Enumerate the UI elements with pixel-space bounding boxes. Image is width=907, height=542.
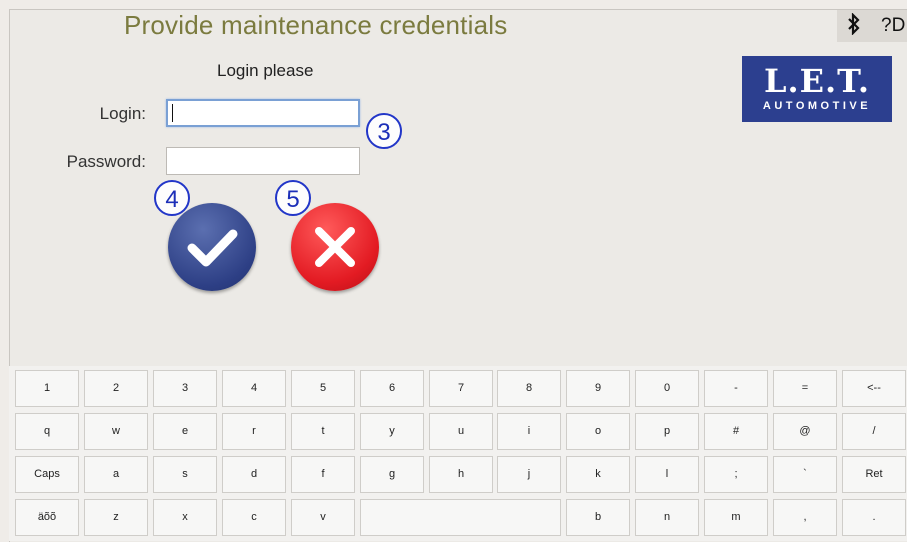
login-label: Login: [99, 104, 146, 123]
key[interactable]: 5 [291, 370, 355, 407]
key[interactable]: e [153, 413, 217, 450]
close-icon [315, 227, 355, 267]
logo-main-text: L.E.T. [764, 62, 870, 100]
cancel-button[interactable] [291, 203, 379, 291]
key[interactable]: 3 [153, 370, 217, 407]
key[interactable]: u [429, 413, 493, 450]
key[interactable]: @ [773, 413, 837, 450]
key[interactable]: # [704, 413, 768, 450]
on-screen-keyboard: 1 2 3 4 5 6 7 8 9 0- = <-- q w e r t y u i o p # @ / Caps a s d f g h j k… [9, 366, 907, 541]
key[interactable]: 7 [429, 370, 493, 407]
key[interactable]: y [360, 413, 424, 450]
key[interactable]: Caps [15, 456, 79, 493]
key[interactable]: j [497, 456, 561, 493]
key-space[interactable] [360, 499, 561, 536]
key[interactable]: Ret [842, 456, 906, 493]
key[interactable]: m [704, 499, 768, 536]
key[interactable]: 9 [566, 370, 630, 407]
key[interactable]: k [566, 456, 630, 493]
key[interactable]: 1 [15, 370, 79, 407]
key[interactable]: äõõ [15, 499, 79, 536]
key[interactable]: 6 [360, 370, 424, 407]
key[interactable]: r [222, 413, 286, 450]
key[interactable]: , [773, 499, 837, 536]
key[interactable]: n [635, 499, 699, 536]
status-bar: ?D [837, 10, 907, 42]
key[interactable]: ; [704, 456, 768, 493]
key[interactable]: <-- [842, 370, 906, 407]
key[interactable]: 0 [635, 370, 699, 407]
ok-button[interactable] [168, 203, 256, 291]
key[interactable]: ` [773, 456, 837, 493]
form-subtitle: Login please [217, 61, 314, 80]
key[interactable]: c [222, 499, 286, 536]
logo-sub-text: AUTOMOTIVE [762, 100, 872, 112]
key[interactable]: z [84, 499, 148, 536]
key[interactable]: a [84, 456, 148, 493]
key[interactable]: f [291, 456, 355, 493]
password-input[interactable] [166, 147, 360, 175]
key[interactable]: - [704, 370, 768, 407]
key[interactable]: p [635, 413, 699, 450]
checkmark-icon [187, 229, 238, 267]
company-logo: L.E.T. AUTOMOTIVE [742, 56, 892, 122]
key[interactable]: h [429, 456, 493, 493]
key[interactable]: 2 [84, 370, 148, 407]
key[interactable]: 8 [497, 370, 561, 407]
key[interactable]: i [497, 413, 561, 450]
bluetooth-icon[interactable] [847, 12, 861, 41]
key[interactable]: w [84, 413, 148, 450]
key[interactable]: d [222, 456, 286, 493]
key[interactable]: b [566, 499, 630, 536]
annotation-badge-login: 3 [366, 113, 402, 149]
key[interactable]: t [291, 413, 355, 450]
key[interactable]: l [635, 456, 699, 493]
password-label: Password: [66, 152, 146, 171]
key[interactable]: q [15, 413, 79, 450]
key[interactable]: v [291, 499, 355, 536]
login-input[interactable] [166, 99, 360, 127]
help-icon[interactable]: ?D [881, 15, 905, 37]
key[interactable]: 4 [222, 370, 286, 407]
key[interactable]: / [842, 413, 906, 450]
text-caret [172, 104, 173, 122]
key[interactable]: s [153, 456, 217, 493]
key[interactable]: . [842, 499, 906, 536]
key[interactable]: g [360, 456, 424, 493]
page-title: Provide maintenance credentials [124, 10, 508, 40]
key[interactable]: x [153, 499, 217, 536]
key[interactable]: o [566, 413, 630, 450]
key[interactable]: = [773, 370, 837, 407]
